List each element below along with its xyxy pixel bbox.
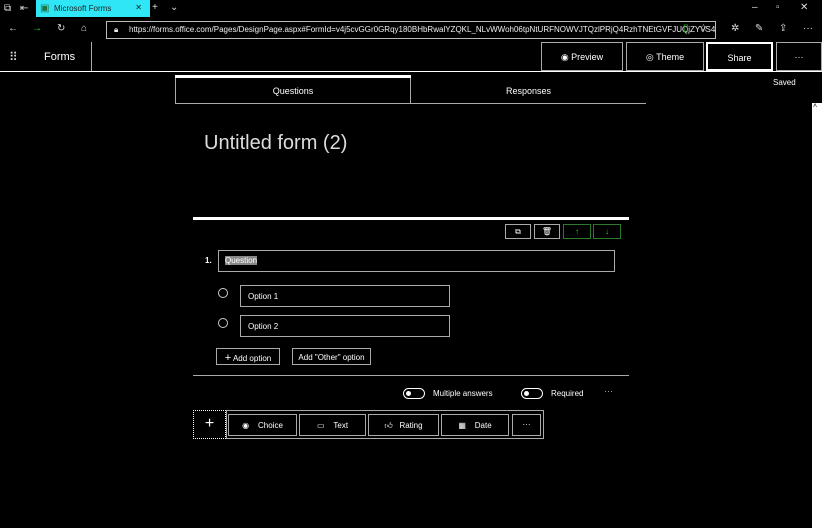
favorites-hub-icon[interactable]: ✲ <box>731 23 739 34</box>
option-input[interactable]: Option 2 <box>240 315 450 337</box>
delete-question-button[interactable]: 🗑︎ <box>534 224 560 239</box>
move-down-button[interactable]: ↓ <box>593 224 621 239</box>
plus-icon: + <box>224 352 232 364</box>
scroll-up-icon[interactable]: ˄ <box>813 103 817 110</box>
pen-icon[interactable]: ✎ <box>755 23 763 34</box>
add-text-button[interactable]: ▭ Text <box>299 414 366 436</box>
choice-label: Choice <box>257 421 283 430</box>
preview-button[interactable]: ◉ Preview <box>541 42 623 71</box>
question-card-top-border <box>193 217 629 220</box>
more-options-button[interactable]: ··· <box>776 42 822 71</box>
rating-label: Rating <box>399 421 423 430</box>
multiple-answers-label: Multiple answers <box>433 389 493 398</box>
maximize-icon[interactable]: ▫ <box>776 2 780 13</box>
option-radio <box>218 318 228 328</box>
form-title[interactable]: Untitled form (2) <box>204 132 347 155</box>
text-label: Text <box>333 421 349 430</box>
preview-label: Preview <box>571 52 604 62</box>
lock-icon: 🔒︎ <box>114 25 119 34</box>
add-choice-button[interactable]: ◉ Choice <box>228 414 297 436</box>
date-label: Date <box>474 421 492 430</box>
new-tab-icon[interactable]: + <box>152 2 158 13</box>
required-toggle[interactable] <box>521 388 543 399</box>
browser-tab[interactable]: Microsoft Forms ✕ <box>36 0 150 17</box>
url-text: https://forms.office.com/Pages/DesignPag… <box>129 25 716 34</box>
minimize-icon[interactable]: – <box>752 2 758 13</box>
divider <box>193 375 629 376</box>
favorite-star-icon[interactable]: ☆ <box>699 23 708 34</box>
add-other-option-button[interactable]: Add "Other" option <box>292 348 371 365</box>
app-launcher-icon[interactable]: ⠿ <box>9 50 18 64</box>
add-rating-button[interactable]: 👍︎ Rating <box>368 414 439 436</box>
theme-button[interactable]: ◎ Theme <box>626 42 704 71</box>
more-question-types-button[interactable]: ··· <box>512 414 541 436</box>
add-date-button[interactable]: ▦ Date <box>441 414 509 436</box>
home-icon[interactable]: ⌂ <box>81 23 87 34</box>
share-button[interactable]: Share <box>706 42 773 71</box>
share-browser-icon[interactable]: ⇪ <box>779 23 787 34</box>
add-option-button[interactable]: + Add option <box>216 348 280 365</box>
back-icon[interactable]: ← <box>8 23 18 34</box>
close-window-icon[interactable]: ✕ <box>800 2 808 13</box>
calendar-icon: ▦ <box>458 421 466 430</box>
eye-icon: ◉ <box>560 52 572 62</box>
forward-icon[interactable]: → <box>32 23 42 34</box>
app-name: Forms <box>44 51 76 63</box>
option-input[interactable]: Option 1 <box>240 285 450 307</box>
close-tab-icon[interactable]: ✕ <box>135 3 142 12</box>
option-radio <box>218 288 228 298</box>
tab-actions-icon[interactable]: ⧉ <box>4 3 11 14</box>
reading-view-icon[interactable]: ▯ <box>683 23 689 34</box>
radio-icon: ◉ <box>242 421 250 430</box>
set-aside-tabs-icon[interactable]: ⇤ <box>20 3 28 14</box>
thumbs-up-icon: 👍︎ <box>384 421 393 430</box>
multiple-answers-toggle[interactable] <box>403 388 425 399</box>
refresh-icon[interactable]: ↻ <box>57 23 65 34</box>
palette-icon: ◎ <box>645 52 657 62</box>
question-text: Question <box>225 256 258 265</box>
tab-list-chevron-icon[interactable]: ⌄ <box>170 2 178 13</box>
copy-question-button[interactable]: ⧉ <box>505 224 531 239</box>
header-divider <box>91 42 92 71</box>
add-question-button[interactable]: + <box>193 410 226 439</box>
question-more-button[interactable]: ··· <box>604 386 613 396</box>
text-box-icon: ▭ <box>316 421 325 430</box>
scrollbar[interactable]: ˄ <box>812 103 822 528</box>
forms-favicon-icon: ▣ <box>40 3 50 14</box>
tab-responses[interactable]: Responses <box>411 78 646 104</box>
add-option-label: Add option <box>232 354 272 363</box>
question-number: 1. <box>205 256 212 265</box>
tab-questions[interactable]: Questions <box>175 78 411 104</box>
move-up-button[interactable]: ↑ <box>563 224 591 239</box>
question-input[interactable]: Question <box>218 250 615 272</box>
saved-status: Saved <box>773 78 796 87</box>
address-bar[interactable]: 🔒︎ https://forms.office.com/Pages/DesignP… <box>106 21 716 39</box>
required-label: Required <box>551 389 584 398</box>
browser-more-icon[interactable]: ··· <box>803 23 813 34</box>
theme-label: Theme <box>656 52 685 62</box>
tab-title: Microsoft Forms <box>54 4 112 13</box>
